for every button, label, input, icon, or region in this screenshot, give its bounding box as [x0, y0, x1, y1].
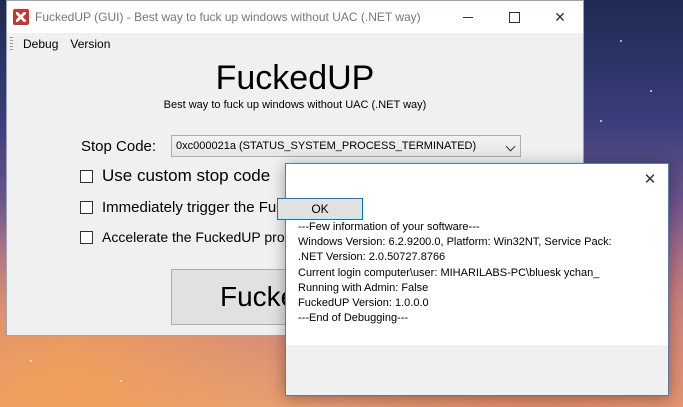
- window-controls: ✕: [445, 1, 583, 33]
- close-button[interactable]: ✕: [537, 1, 583, 33]
- app-subheading: Best way to fuck up windows without UAC …: [163, 99, 427, 111]
- option-accelerate[interactable]: Accelerate the FuckedUP pro: [80, 229, 285, 245]
- desktop-star: [600, 120, 602, 122]
- dialog-footer: [286, 345, 668, 395]
- checkbox-icon[interactable]: [80, 201, 93, 214]
- menu-item-debug[interactable]: Debug: [17, 37, 64, 51]
- app-heading: FuckedUP: [215, 59, 375, 97]
- close-icon: ✕: [643, 171, 657, 188]
- chevron-down-icon: [505, 141, 516, 152]
- checkbox-icon[interactable]: [80, 230, 93, 244]
- menu-grip-icon: [10, 37, 13, 51]
- desktop-star: [120, 380, 122, 382]
- dialog-line: .NET Version: 2.0.50727.8766: [298, 251, 446, 264]
- window-title: FuckedUP (GUI) - Best way to fuck up win…: [35, 10, 421, 24]
- option-immediately-trigger[interactable]: Immediately trigger the Fuc: [80, 199, 284, 216]
- checkbox-icon[interactable]: [80, 169, 93, 183]
- desktop-star: [620, 40, 622, 42]
- dialog-line: FuckedUP Version: 1.0.0.0: [298, 297, 429, 310]
- option-label: Accelerate the FuckedUP pro: [102, 229, 285, 245]
- option-custom-stop-code[interactable]: Use custom stop code: [80, 166, 270, 186]
- desktop-star: [30, 360, 32, 362]
- title-bar[interactable]: FuckedUP (GUI) - Best way to fuck up win…: [7, 1, 583, 33]
- maximize-button[interactable]: [491, 1, 537, 33]
- stop-code-select[interactable]: 0xc000021a (STATUS_SYSTEM_PROCESS_TERMIN…: [171, 135, 521, 157]
- menu-item-version[interactable]: Version: [64, 37, 116, 51]
- minimize-icon: [463, 16, 473, 18]
- dialog-line: Running with Admin: False: [298, 281, 429, 294]
- dialog-line: ---Few information of your software---: [298, 221, 480, 233]
- dialog-line: Current login computer\user: MIHARILABS-…: [298, 266, 600, 279]
- dialog-message: ---Few information of your software--- W…: [298, 220, 612, 326]
- maximize-icon: [508, 11, 520, 23]
- option-label: Immediately trigger the Fuc: [102, 199, 284, 216]
- dialog-line: Windows Version: 6.2.9200.0, Platform: W…: [298, 236, 612, 249]
- minimize-button[interactable]: [445, 1, 491, 33]
- ok-button[interactable]: OK: [277, 198, 363, 220]
- close-icon: ✕: [554, 8, 566, 25]
- app-icon: [13, 9, 29, 25]
- dialog-close-button[interactable]: ✕: [632, 164, 668, 194]
- menu-bar: Debug Version: [7, 33, 583, 55]
- stop-code-value: 0xc000021a (STATUS_SYSTEM_PROCESS_TERMIN…: [176, 140, 477, 152]
- option-label: Use custom stop code: [102, 166, 271, 185]
- dialog-line: ---End of Debugging---: [298, 312, 409, 325]
- stop-code-label: Stop Code:: [81, 138, 157, 155]
- desktop-star: [650, 90, 652, 92]
